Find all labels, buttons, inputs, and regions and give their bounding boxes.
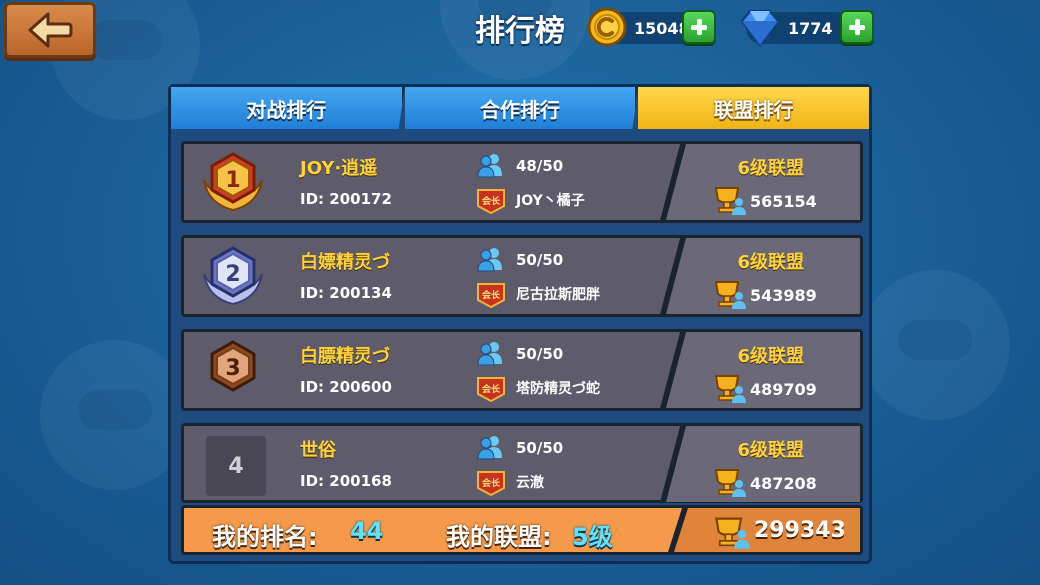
trophy-members-icon <box>714 281 746 309</box>
alliance-id: ID: 200600 <box>300 378 392 396</box>
members-icon <box>477 436 502 460</box>
gem-icon <box>740 9 780 47</box>
leader-badge-icon: 会长 <box>477 377 505 402</box>
member-count: 50/50 <box>516 251 564 269</box>
svg-text:会长: 会长 <box>482 477 501 489</box>
ranking-row[interactable]: 3 白膘精灵づ ID: 200600 50/50 会长 塔防精灵づ蛇 6级联盟 … <box>181 329 863 411</box>
leaderboard-tabs: 对战排行 合作排行 联盟排行 <box>171 87 870 131</box>
alliance-score: 565154 <box>750 192 817 211</box>
leader-name: 云澈 <box>516 475 544 491</box>
alliance-score: 489709 <box>750 380 817 399</box>
alliance-name: 世俗 <box>300 440 336 461</box>
svg-text:3: 3 <box>225 356 240 381</box>
background-emblem <box>860 270 1010 420</box>
alliance-score: 543989 <box>750 286 817 305</box>
coin-counter: 15048 <box>587 7 716 47</box>
svg-text:会长: 会长 <box>482 289 501 301</box>
leader-name: JOY丶橘子 <box>516 193 585 209</box>
back-button[interactable] <box>4 2 96 58</box>
members-icon <box>477 248 502 272</box>
my-rank-value: 44 <box>350 517 384 545</box>
add-gems-button[interactable] <box>840 10 874 44</box>
back-arrow-icon <box>28 12 73 48</box>
svg-text:1: 1 <box>225 168 240 193</box>
trophy-members-icon <box>715 517 750 549</box>
alliance-level: 6级联盟 <box>737 252 804 273</box>
my-alliance-label: 我的联盟: <box>446 523 552 551</box>
silver-medal-icon: 2 <box>203 246 263 306</box>
ranking-row[interactable]: 1 JOY·逍遥 ID: 200172 48/50 会长 JOY丶橘子 6级联盟… <box>181 141 863 223</box>
my-rank-label: 我的排名: <box>212 523 318 551</box>
my-alliance-level: 5级 <box>572 523 613 551</box>
leader-name: 尼古拉斯肥胖 <box>516 287 600 303</box>
trophy-members-icon <box>714 469 746 497</box>
coin-icon <box>587 7 627 47</box>
leader-name: 塔防精灵づ蛇 <box>516 381 600 397</box>
alliance-level: 6级联盟 <box>737 158 804 179</box>
tab-battle-ranking[interactable]: 对战排行 <box>171 87 405 129</box>
leaderboard-panel: 对战排行 合作排行 联盟排行 1 JOY·逍遥 ID: 200172 48/50… <box>168 84 872 564</box>
svg-text:会长: 会长 <box>482 195 501 207</box>
alliance-name: 白嫖精灵づ <box>300 252 390 273</box>
rank-number: 4 <box>206 436 266 496</box>
member-count: 50/50 <box>516 345 564 363</box>
tab-coop-ranking[interactable]: 合作排行 <box>405 87 639 129</box>
alliance-name: JOY·逍遥 <box>300 158 378 179</box>
trophy-members-icon <box>714 187 746 215</box>
ranking-row[interactable]: 2 白嫖精灵づ ID: 200134 50/50 会长 尼古拉斯肥胖 6级联盟 … <box>181 235 863 317</box>
alliance-level: 6级联盟 <box>737 440 804 461</box>
alliance-score: 487208 <box>750 474 817 493</box>
tab-alliance-ranking[interactable]: 联盟排行 <box>638 87 870 129</box>
my-alliance-score: 299343 <box>754 518 846 543</box>
member-count: 50/50 <box>516 439 564 457</box>
ranking-row[interactable]: 4 世俗 ID: 200168 50/50 会长 云澈 6级联盟 487208 <box>181 423 863 503</box>
my-ranking-bar: 我的排名: 44 我的联盟: 5级 299343 <box>181 505 863 555</box>
alliance-id: ID: 200134 <box>300 284 392 302</box>
members-icon <box>477 342 502 366</box>
gold-medal-icon: 1 <box>203 152 263 212</box>
leader-badge-icon: 会长 <box>477 471 505 496</box>
leader-badge-icon: 会长 <box>477 283 505 308</box>
gem-counter: 1774 <box>740 9 874 47</box>
page-title: 排行榜 <box>475 14 565 49</box>
member-count: 48/50 <box>516 157 564 175</box>
add-coins-button[interactable] <box>682 10 716 44</box>
alliance-level: 6级联盟 <box>737 346 804 367</box>
alliance-id: ID: 200168 <box>300 472 392 490</box>
members-icon <box>477 154 502 178</box>
bronze-medal-icon: 3 <box>210 340 256 392</box>
alliance-name: 白膘精灵づ <box>300 346 390 367</box>
leader-badge-icon: 会长 <box>477 189 505 214</box>
svg-text:2: 2 <box>225 262 240 287</box>
trophy-members-icon <box>714 375 746 403</box>
alliance-id: ID: 200172 <box>300 190 392 208</box>
svg-text:会长: 会长 <box>482 383 501 395</box>
